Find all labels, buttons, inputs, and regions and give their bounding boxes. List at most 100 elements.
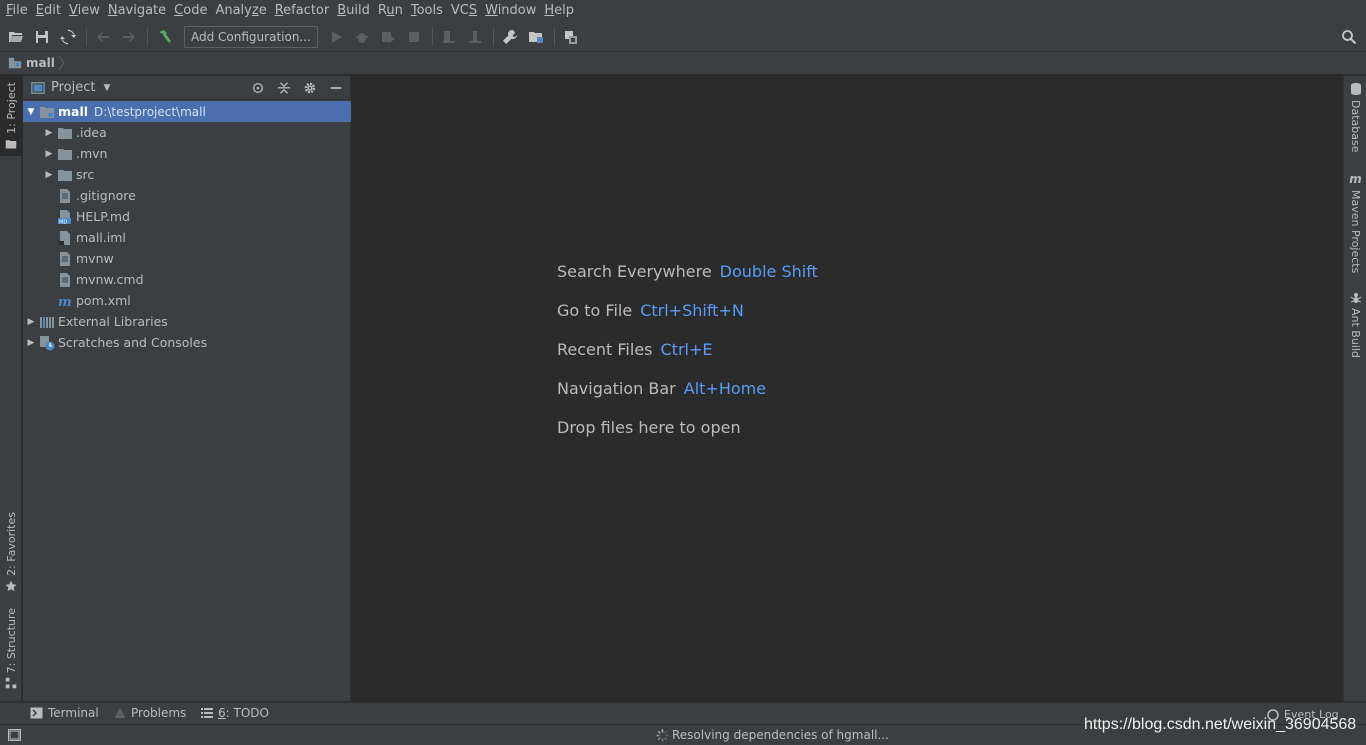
sync-button[interactable] — [56, 25, 80, 49]
settings-button[interactable] — [498, 25, 522, 49]
menu-run[interactable]: Run — [374, 0, 407, 22]
back-button[interactable] — [91, 25, 115, 49]
menu-analyze[interactable]: Analyze — [211, 0, 270, 22]
tree-root-mall[interactable]: ▼ mall D:\testproject\mall — [23, 101, 351, 122]
hammer-icon — [159, 29, 171, 43]
tree-item-mvnw[interactable]: mvnw — [23, 248, 351, 269]
project-module-icon — [8, 57, 22, 69]
expand-arrow-icon[interactable]: ▶ — [43, 128, 55, 138]
tree-scratches-consoles[interactable]: ▶ Scratches and Consoles — [23, 332, 351, 353]
root-name: mall — [58, 104, 89, 119]
menu-bar: File Edit View Navigate Code Analyze Refactor B… — [0, 0, 1366, 22]
open-folder-button[interactable] — [4, 25, 28, 49]
build-button[interactable] — [152, 25, 176, 49]
hint-label: Drop files here to open — [557, 418, 741, 437]
menu-file[interactable]: File — [2, 0, 32, 22]
watermark-url: https://blog.csdn.net/weixin_36904568 — [1084, 716, 1357, 733]
hint-label: Search Everywhere — [557, 262, 712, 281]
menu-navigate[interactable]: Navigate — [104, 0, 170, 22]
forward-button[interactable] — [117, 25, 141, 49]
tree-item-label: .idea — [76, 125, 107, 140]
tree-item-mall-iml[interactable]: mall.iml — [23, 227, 351, 248]
tab-maven-projects[interactable]: m Maven Projects — [1344, 172, 1366, 273]
tree-item-help-md[interactable]: MD HELP.md — [23, 206, 351, 227]
collapse-all-button[interactable] — [274, 79, 294, 97]
tree-item-pom-xml[interactable]: m pom.xml — [23, 290, 351, 311]
menu-tools[interactable]: Tools — [407, 0, 447, 22]
sdk-manager-button[interactable] — [559, 25, 583, 49]
debug-button[interactable] — [350, 25, 374, 49]
expand-arrow-icon[interactable]: ▼ — [25, 107, 37, 117]
play-icon — [331, 30, 342, 43]
stop-button[interactable] — [402, 25, 426, 49]
expand-arrow-icon[interactable]: ▶ — [25, 317, 37, 327]
run-with-coverage-button[interactable] — [376, 25, 400, 49]
tree-item-dot-idea[interactable]: ▶ .idea — [23, 122, 351, 143]
project-structure-button[interactable] — [524, 25, 548, 49]
gear-icon — [304, 82, 316, 94]
tree-item-dot-gitignore[interactable]: .gitignore — [23, 185, 351, 206]
attach-debugger-button[interactable] — [437, 25, 461, 49]
search-everywhere-button[interactable] — [1338, 26, 1360, 48]
toggle-tool-windows-button[interactable] — [8, 729, 21, 744]
menu-build[interactable]: Build — [333, 0, 374, 22]
tree-item-src[interactable]: ▶ src — [23, 164, 351, 185]
tab-database-label: Database — [1349, 100, 1362, 153]
menu-edit[interactable]: Edit — [32, 0, 65, 22]
arrow-left-icon — [97, 31, 109, 42]
hint-shortcut: Alt+Home — [683, 379, 767, 398]
tab-problems[interactable]: Problems — [114, 706, 186, 720]
toolbar-separator — [86, 27, 87, 46]
menu-code[interactable]: Code — [170, 0, 211, 22]
tab-structure[interactable]: 7: Structure — [0, 608, 22, 690]
tab-todo[interactable]: 6: TODO — [201, 706, 269, 720]
breadcrumb-mall[interactable]: mall — [26, 56, 55, 70]
menu-vcs[interactable]: VCS — [447, 0, 481, 22]
tab-favorites[interactable]: 2: Favorites — [0, 512, 22, 594]
tree-item-mvnw-cmd[interactable]: mvnw.cmd — [23, 269, 351, 290]
text-file-icon — [57, 188, 73, 204]
tab-terminal[interactable]: Terminal — [30, 706, 99, 720]
menu-help[interactable]: Help — [540, 0, 578, 22]
menu-window[interactable]: Window — [481, 0, 540, 22]
project-view-icon — [31, 81, 45, 94]
save-all-button[interactable] — [30, 25, 54, 49]
todo-list-icon — [201, 708, 213, 718]
minimize-icon — [330, 87, 342, 89]
wrench-icon — [502, 29, 517, 44]
expand-arrow-icon[interactable]: ▶ — [43, 149, 55, 159]
sdk-icon — [564, 30, 577, 44]
tree-item-dot-mvn[interactable]: ▶ .mvn — [23, 143, 351, 164]
hide-panel-button[interactable] — [326, 79, 346, 97]
chevron-down-icon[interactable]: ▼ — [103, 83, 110, 93]
tab-ant-build[interactable]: Ant Build — [1344, 292, 1366, 358]
scroll-from-source-button[interactable] — [248, 79, 268, 97]
tab-project[interactable]: 1: Project — [0, 76, 22, 156]
coverage-icon — [381, 31, 395, 43]
expand-arrow-icon[interactable]: ▶ — [43, 170, 55, 180]
panel-settings-button[interactable] — [300, 79, 320, 97]
folder-icon — [57, 146, 73, 162]
tree-external-libraries[interactable]: ▶ External Libraries — [23, 311, 351, 332]
collapse-all-icon — [277, 82, 291, 94]
menu-view[interactable]: View — [65, 0, 104, 22]
ant-icon — [1350, 293, 1361, 303]
tab-database[interactable]: Database — [1344, 82, 1366, 153]
right-tool-stripe: Database m Maven Projects Ant Build — [1343, 76, 1366, 701]
background-task-status[interactable]: Resolving dependencies of hgmall... — [672, 728, 889, 742]
project-view-selector[interactable]: Project — [51, 80, 95, 95]
root-path: D:\testproject\mall — [94, 104, 206, 119]
toolbar-separator — [492, 27, 494, 46]
svg-text:m: m — [58, 295, 72, 309]
profile-button[interactable] — [463, 25, 487, 49]
menu-refactor[interactable]: Refactor — [271, 0, 334, 22]
toolbar-separator — [147, 27, 148, 46]
expand-arrow-icon[interactable]: ▶ — [25, 338, 37, 348]
spinner-icon — [656, 729, 669, 742]
module-file-icon — [57, 230, 73, 246]
tree-item-label: pom.xml — [76, 293, 131, 308]
bug-icon — [355, 32, 368, 43]
add-configuration-button[interactable]: Add Configuration... — [184, 25, 318, 48]
run-button[interactable] — [324, 25, 348, 49]
toolbar-separator — [431, 27, 433, 46]
